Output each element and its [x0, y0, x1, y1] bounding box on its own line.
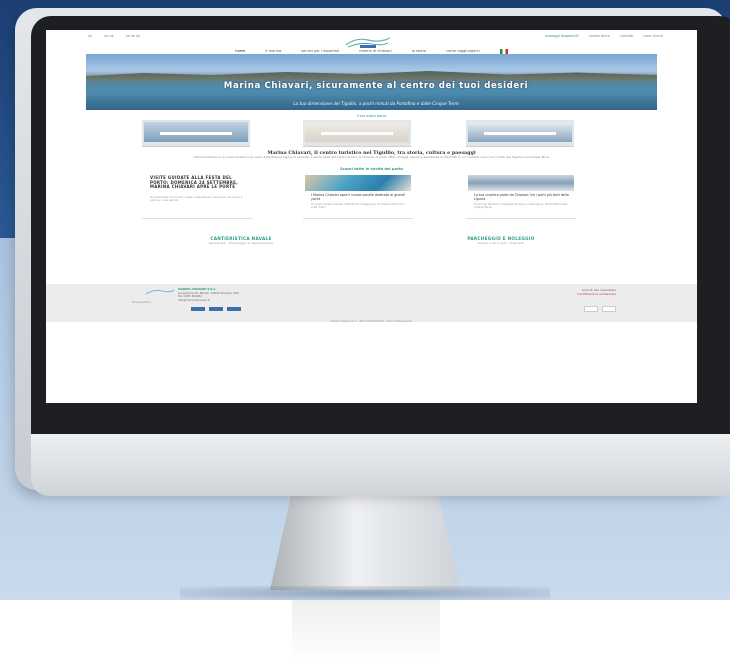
topbar-left: ok ok ok ok ok ok — [88, 34, 140, 38]
news-photo — [305, 175, 411, 191]
monitor-chin — [31, 434, 730, 496]
feature-card-bar — [484, 132, 556, 135]
facebook-icon[interactable] — [191, 307, 205, 311]
site-footer: MARINA CHIAVARI S.R.L. Lungomare Ido Bar… — [46, 284, 697, 322]
cta-parking-sub: servizi a terra per i diportisti — [477, 242, 525, 245]
footer-contacts: MARINA CHIAVARI S.R.L. Lungomare Ido Bar… — [178, 287, 358, 303]
section-text: Marina Chiavari è un porto turistico nel… — [194, 155, 550, 159]
feature-card[interactable] — [142, 120, 250, 147]
hero-title: Marina Chiavari, sicuramente al centro d… — [223, 81, 529, 91]
topbar-link-berths[interactable]: ormeggi disponibili — [545, 34, 578, 38]
topbar-left-item[interactable]: ok — [88, 34, 92, 38]
footer-logo — [145, 289, 175, 295]
footer-right: Iscriviti alla newsletter Certificazione… — [506, 288, 616, 312]
news-card[interactable]: VISITE GUIDATE ALLA FESTA DEL PORTO: DOM… — [142, 174, 252, 219]
news-photo — [468, 175, 574, 191]
cta-parking-label: PARCHEGGIO E NOLEGGIO — [467, 236, 535, 241]
topbar-link-clients[interactable]: area clienti — [643, 34, 663, 38]
berth-link[interactable]: il tuo posto barca — [46, 114, 697, 118]
feature-card-bar — [160, 132, 232, 135]
cta-parking[interactable]: PARCHEGGIO E NOLEGGIO servizi a terra pe… — [446, 236, 556, 245]
stand-shadow — [180, 586, 550, 600]
instagram-icon[interactable] — [227, 307, 241, 311]
hero-banner: Marina Chiavari, sicuramente al centro d… — [86, 54, 657, 110]
hero-hills — [86, 71, 657, 80]
topbar-right: ormeggi disponibili cantieristica contat… — [545, 34, 663, 38]
feature-card[interactable] — [466, 120, 574, 147]
copyright: Marina Chiavari S.r.l. - P.IVA 000000000… — [331, 320, 412, 323]
monitor-screen: ok ok ok ok ok ok ormeggi disponibili ca… — [46, 30, 697, 403]
news-card[interactable]: I Marina Chiavari apre il nuovo pontile … — [303, 174, 413, 219]
stand-reflection — [292, 600, 440, 660]
news-caption: La tua crociera parte da Chiavari: tra i… — [474, 193, 569, 201]
news-text: Una giornata di incontri, visite e attiv… — [150, 195, 243, 203]
news-link[interactable]: Scopri tutte le novità del porto — [46, 167, 697, 171]
topbar-left-item[interactable]: ok ok ok — [126, 34, 141, 38]
footer-buttons — [506, 306, 616, 312]
footer-privacy[interactable]: Privacy Policy — [132, 300, 151, 304]
news-caption: I Marina Chiavari apre il nuovo pontile … — [311, 193, 405, 201]
footer-email[interactable]: info@marinachiavari.it — [178, 298, 358, 303]
topbar-link-contacts[interactable]: contatti — [620, 34, 634, 38]
news-text: Il nuovo pontile amplia l'offerta di orm… — [311, 202, 405, 210]
feature-card[interactable] — [303, 120, 411, 147]
hero-subtitle: La tua dimensione del Tigullio, a pochi … — [293, 101, 459, 106]
footer-button[interactable] — [602, 306, 616, 312]
social-links — [191, 307, 241, 311]
cta-shipyard-sub: assistenza, rimessaggio e manutenzione — [208, 242, 274, 245]
footer-button[interactable] — [584, 306, 598, 312]
cta-shipyard-label: CANTIERISTICA NAVALE — [210, 236, 272, 241]
feature-card-bar — [321, 132, 393, 135]
topbar-link-shipyard[interactable]: cantieristica — [589, 34, 610, 38]
news-card[interactable]: La tua crociera parte da Chiavari: tra i… — [466, 174, 576, 219]
monitor-stand — [270, 488, 460, 590]
topbar-left-item[interactable]: ok ok — [104, 34, 113, 38]
certification-note: Certificazione ambientale — [577, 292, 616, 296]
cta-shipyard[interactable]: CANTIERISTICA NAVALE assistenza, rimessa… — [186, 236, 296, 245]
news-title: VISITE GUIDATE ALLA FESTA DEL PORTO: DOM… — [150, 175, 238, 190]
twitter-icon[interactable] — [209, 307, 223, 311]
news-text: Scopri gli itinerari consigliati lungo l… — [474, 202, 568, 210]
